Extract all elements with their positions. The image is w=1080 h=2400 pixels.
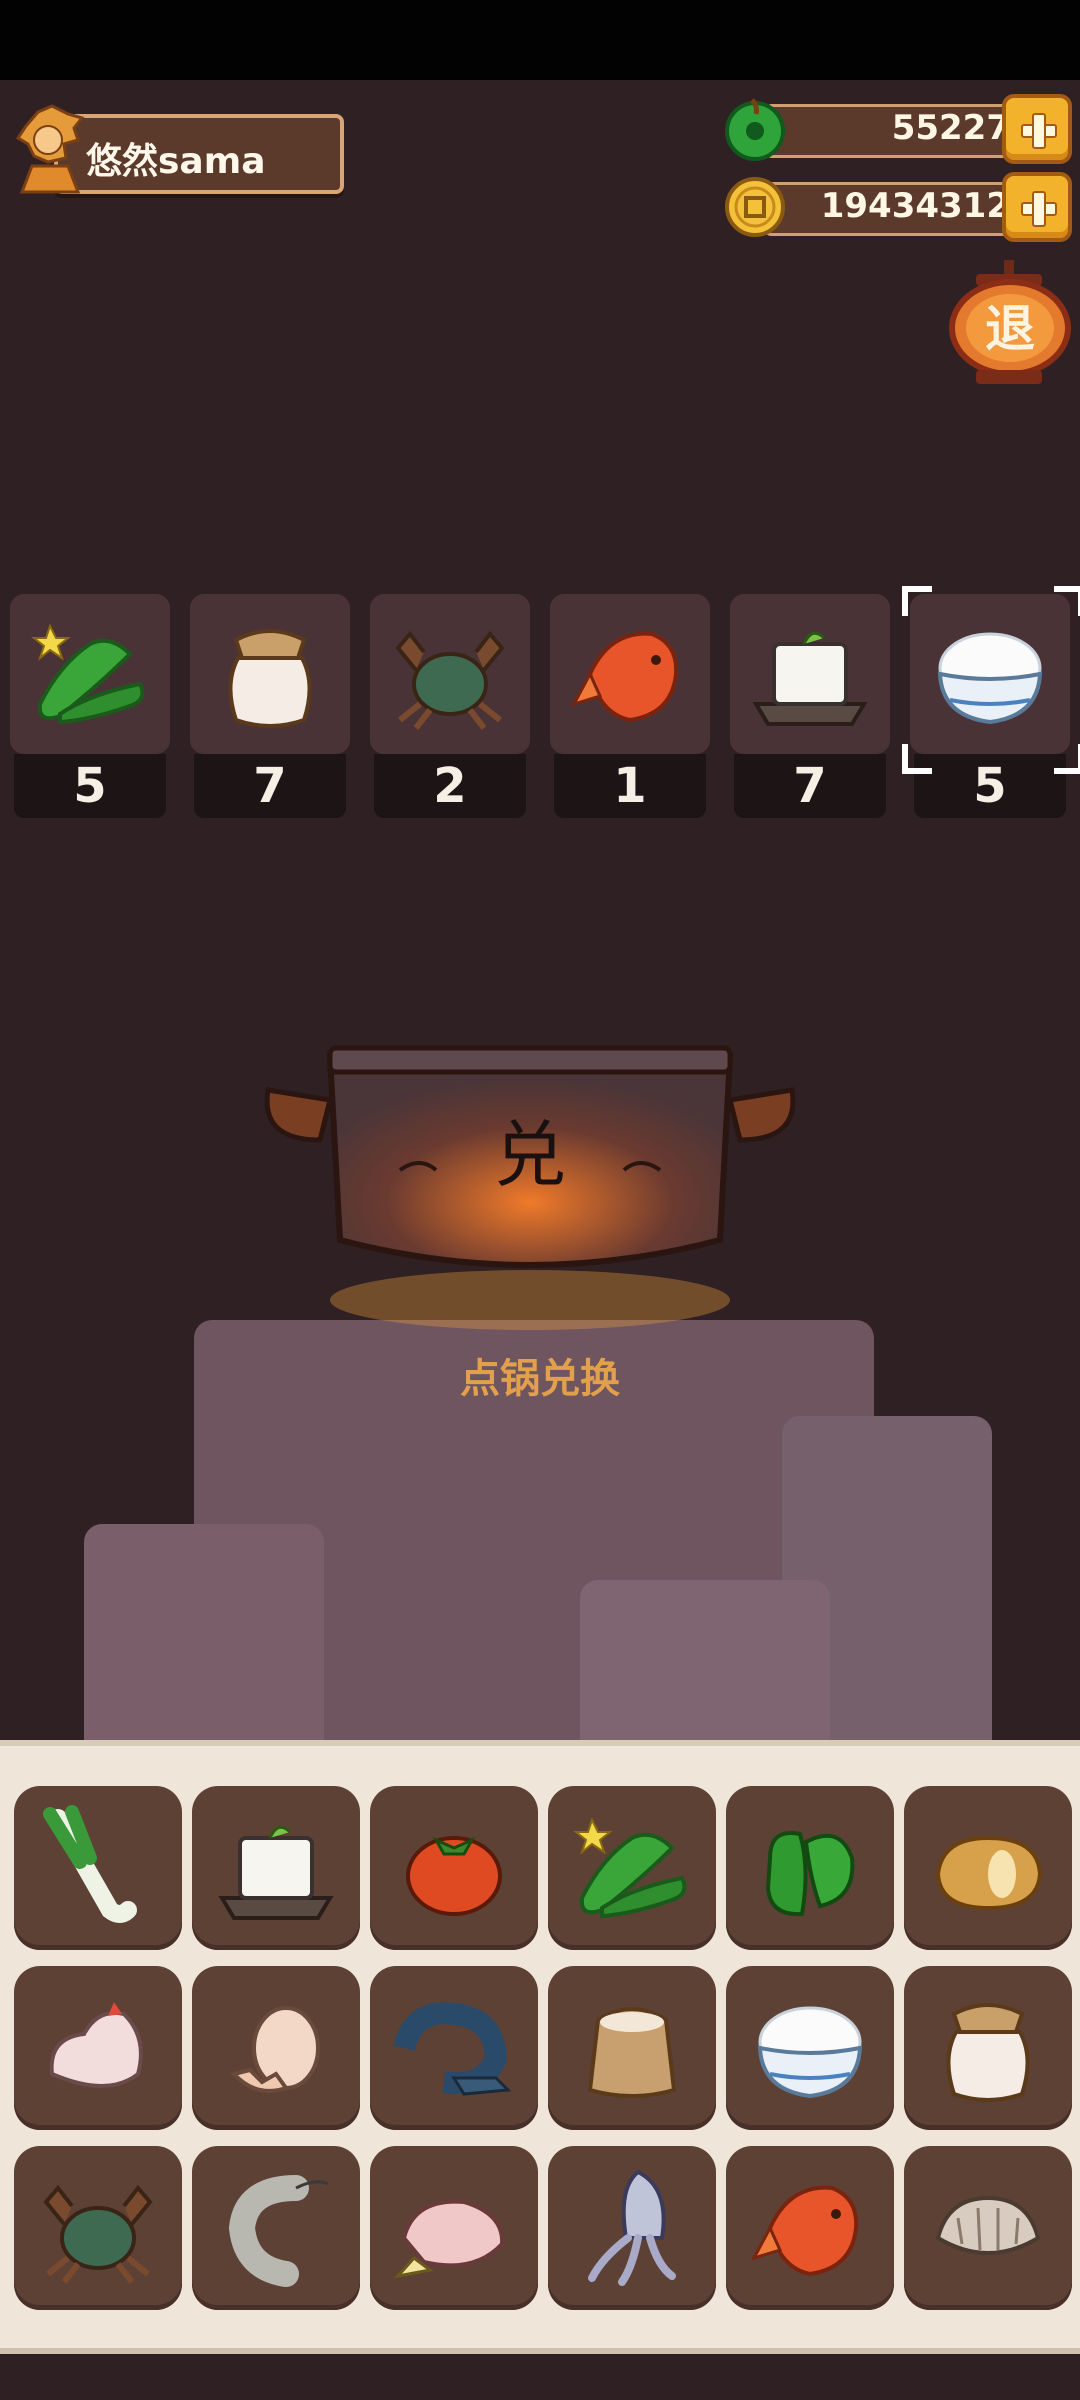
rice-bowl-icon: [937, 632, 1043, 725]
shrimp-icon: [228, 2175, 329, 2287]
cucumber-icon: [31, 623, 145, 725]
inventory-item-green-pepper[interactable]: [726, 1786, 894, 1950]
crab-icon: [43, 2184, 153, 2284]
chicken-icon: [49, 2002, 143, 2088]
inventory-item-flour-sack[interactable]: [548, 1966, 716, 2130]
recipe-count: 1: [554, 754, 706, 818]
recipe-slot-crab[interactable]: 2: [370, 594, 530, 818]
inventory-item-leek[interactable]: [14, 1786, 182, 1950]
clam-icon: [935, 2195, 1041, 2255]
inventory-item-egg[interactable]: [192, 1966, 360, 2130]
recipe-slot-rice-selected[interactable]: 5: [902, 586, 1080, 818]
recipe-count: 5: [914, 754, 1066, 818]
inventory-item-fish[interactable]: [726, 2146, 894, 2310]
inventory-panel: [0, 1740, 1080, 2354]
gold-coin-icon: [725, 177, 785, 237]
player-avatar-icon: [15, 104, 85, 194]
recipe-count: 5: [14, 754, 166, 818]
inventory-item-rice[interactable]: [726, 1966, 894, 2130]
fish-icon: [750, 2185, 859, 2277]
green-pepper-icon: [765, 1831, 855, 1917]
inventory-item-jar[interactable]: [904, 1966, 1072, 2130]
jar-icon: [946, 2003, 1030, 2102]
egg-icon: [230, 2006, 320, 2093]
inventory-item-shrimp[interactable]: [192, 2146, 360, 2310]
selection-bracket: [1054, 744, 1080, 774]
selection-bracket: [902, 744, 932, 774]
tofu-icon: [218, 1825, 334, 1920]
exchange-hint[interactable]: 点锅兑换: [390, 1346, 690, 1404]
stone-block-mid: [580, 1580, 830, 1760]
recipe-count: 2: [374, 754, 526, 818]
cucumber-icon: [573, 1817, 687, 1919]
add-jade-button[interactable]: [1002, 94, 1072, 164]
inventory-item-clam[interactable]: [904, 2146, 1072, 2310]
inventory-item-crab[interactable]: [14, 2146, 182, 2310]
potato-icon: [935, 1835, 1043, 1911]
recipe-count: 7: [194, 754, 346, 818]
jade-amount: 55227: [891, 108, 1010, 148]
status-bar: [0, 0, 1080, 80]
inventory-item-potato[interactable]: [904, 1786, 1072, 1950]
jade-currency-bar: 55227: [722, 94, 1072, 164]
inventory-item-cucumber[interactable]: [548, 1786, 716, 1950]
leek-icon: [43, 1805, 137, 1923]
inventory-item-tomato[interactable]: [370, 1786, 538, 1950]
inventory-item-tofu[interactable]: [192, 1786, 360, 1950]
recipe-slot-cucumber[interactable]: 5: [10, 594, 170, 818]
inventory-item-squid[interactable]: [548, 2146, 716, 2310]
fish-icon: [570, 631, 679, 723]
recipe-row: 5 7 2 1 7 5: [10, 586, 1080, 818]
jade-coin-icon: [725, 98, 785, 161]
duck-icon: [393, 2199, 505, 2279]
player-name: 悠然sama: [86, 141, 266, 182]
inventory-item-dark-fish[interactable]: [370, 1966, 538, 2130]
stone-block-left: [84, 1524, 324, 1760]
exchange-pot[interactable]: 兑: [260, 1030, 800, 1350]
flour-sack-icon: [587, 2007, 677, 2098]
jar-icon: [228, 629, 312, 728]
recipe-slot-jar[interactable]: 7: [190, 594, 350, 818]
exit-label: 退: [985, 300, 1035, 358]
player-name-plate[interactable]: 悠然sama: [8, 104, 344, 196]
inventory-item-chicken[interactable]: [14, 1966, 182, 2130]
dark-fish-icon: [393, 2002, 512, 2096]
tomato-icon: [406, 1836, 502, 1916]
squid-icon: [588, 2169, 676, 2286]
recipe-count: 7: [734, 754, 886, 818]
coin-amount: 19434312: [820, 186, 1010, 226]
crab-icon: [395, 630, 505, 730]
tofu-icon: [752, 631, 868, 726]
coin-currency-bar: 19434312: [722, 172, 1072, 242]
pot-glyph: 兑: [494, 1113, 566, 1197]
add-coins-button[interactable]: [1002, 172, 1072, 242]
rice-bowl-icon: [757, 2006, 863, 2099]
selection-bracket: [1054, 586, 1080, 616]
recipe-slot-fish[interactable]: 1: [550, 594, 710, 818]
exit-button[interactable]: 退: [946, 260, 1074, 400]
selection-bracket: [902, 586, 932, 616]
recipe-slot-tofu[interactable]: 7: [730, 594, 890, 818]
inventory-item-duck[interactable]: [370, 2146, 538, 2310]
